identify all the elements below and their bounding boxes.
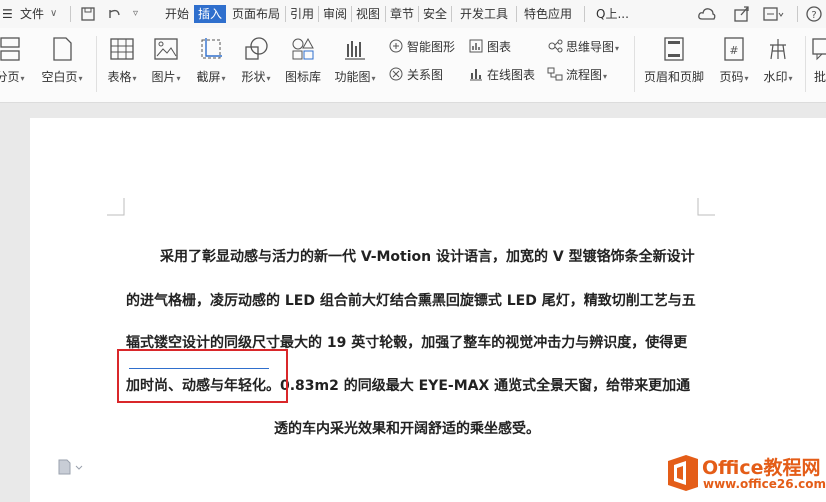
chart-button[interactable]: 图表 <box>468 38 511 55</box>
menu-bar: ☰ 文件 ∨ ▿ 开始 插入 页面布局 引用 审阅 视图 章节 安全 开发工具 … <box>0 0 826 28</box>
undo-icon[interactable] <box>106 6 122 24</box>
header-footer-button[interactable]: 页眉和页脚 <box>641 36 707 85</box>
online-chart-button[interactable]: 在线图表 <box>468 66 535 83</box>
tab-page-layout[interactable]: 页面布局 <box>232 5 280 23</box>
tab-review[interactable]: 审阅 <box>323 5 347 23</box>
tab-dev-tools[interactable]: 开发工具 <box>460 5 508 23</box>
paragraph-line-1: 采用了彰显动感与活力的新一代 V-Motion 设计语言，加宽的 V 型镀铬饰条… <box>160 249 695 265</box>
watermark-button[interactable]: 水印▾ <box>758 36 798 85</box>
search-box[interactable]: Q上... <box>596 5 629 23</box>
ribbon-toolbar: 分页▾ 空白页▾ 表格▾ 图片▾ 截屏▾ 形状▾ 图标库 功能图▾ 智能图形 图… <box>0 28 826 103</box>
smart-shape-button[interactable]: 智能图形 <box>388 38 455 55</box>
svg-text:?: ? <box>811 10 816 21</box>
screenshot-button[interactable]: 截屏▾ <box>193 36 229 85</box>
picture-icon <box>154 38 178 60</box>
tab-view[interactable]: 视图 <box>356 5 380 23</box>
page-break-button[interactable]: 分页▾ <box>0 36 28 85</box>
office-logo-icon <box>668 455 698 491</box>
tab-insert[interactable]: 插入 <box>194 5 227 23</box>
tab-references[interactable]: 引用 <box>290 5 314 23</box>
shape-button[interactable]: 形状▾ <box>238 36 274 85</box>
mindmap-icon <box>548 39 563 53</box>
page-number-icon: # <box>724 37 744 61</box>
quick-access-more-icon[interactable]: ▿ <box>133 5 138 23</box>
save-icon[interactable] <box>80 6 96 24</box>
share-icon[interactable] <box>733 5 751 23</box>
page-break-icon <box>0 37 20 61</box>
table-icon <box>110 38 134 60</box>
chevron-down-icon[interactable]: ∨ <box>50 5 57 23</box>
tab-special[interactable]: 特色应用 <box>524 5 572 23</box>
blank-page-icon <box>53 37 72 61</box>
tab-security[interactable]: 安全 <box>423 5 447 23</box>
relation-chart-icon <box>389 67 403 81</box>
document-page[interactable] <box>30 118 826 502</box>
paragraph-line-2: 的进气格栅，凌厉动感的 LED 组合前大灯结合熏黑回旋镖式 LED 尾灯，精致切… <box>126 293 696 309</box>
margin-corner-top-left <box>107 198 125 216</box>
table-button[interactable]: 表格▾ <box>104 36 140 85</box>
screenshot-icon <box>201 38 222 59</box>
document-options-icon[interactable] <box>56 458 86 476</box>
function-chart-button[interactable]: 功能图▾ <box>330 36 380 85</box>
paragraph-line-5: 透的车内采光效果和开阔舒适的乘坐感受。 <box>274 421 540 437</box>
logo-title: Office教程网 <box>702 457 821 479</box>
cloud-icon[interactable] <box>697 5 717 23</box>
logo-url: www.office26.com <box>703 477 826 491</box>
office26-logo: Office教程网 www.office26.com <box>662 449 826 499</box>
page-number-button[interactable]: # 页码▾ <box>714 36 754 85</box>
blank-page-button[interactable]: 空白页▾ <box>38 36 86 85</box>
icon-library-icon <box>292 37 314 60</box>
flowchart-icon <box>547 67 563 81</box>
function-chart-icon <box>345 41 365 60</box>
online-chart-icon <box>470 69 482 81</box>
tab-home[interactable]: 开始 <box>165 5 189 23</box>
tab-chapter[interactable]: 章节 <box>390 5 414 23</box>
smart-shape-icon <box>389 39 403 53</box>
svg-text:#: # <box>729 44 738 57</box>
comment-button[interactable]: 批 <box>810 36 826 85</box>
margin-corner-top-right <box>697 198 715 216</box>
help-icon[interactable]: ? <box>805 5 823 23</box>
hamburger-icon[interactable]: ☰ <box>2 5 13 23</box>
watermark-icon <box>770 39 786 60</box>
mindmap-button[interactable]: 思维导图▾ <box>547 38 619 55</box>
highlight-box <box>117 349 288 403</box>
picture-button[interactable]: 图片▾ <box>148 36 184 85</box>
icon-library-button[interactable]: 图标库 <box>283 36 323 85</box>
more-tools-icon[interactable] <box>762 5 784 23</box>
shape-icon <box>245 37 268 60</box>
menu-file[interactable]: 文件 <box>20 5 44 23</box>
header-footer-icon <box>664 37 684 61</box>
relation-chart-button[interactable]: 关系图 <box>388 66 443 83</box>
flowchart-button[interactable]: 流程图▾ <box>547 66 607 83</box>
chart-icon <box>469 39 483 53</box>
comment-icon <box>812 38 826 61</box>
